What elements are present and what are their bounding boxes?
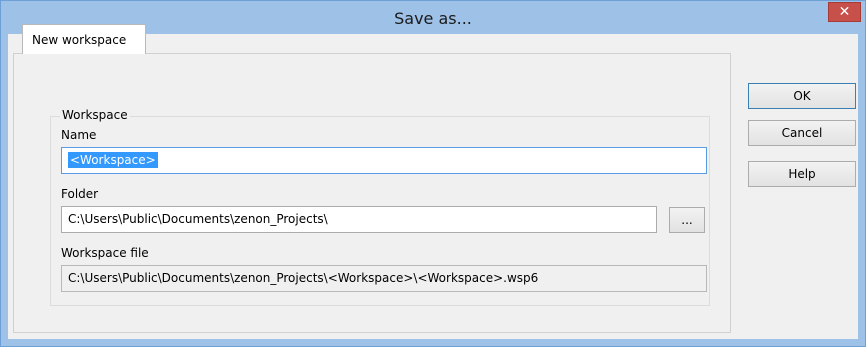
- cancel-button[interactable]: Cancel: [748, 120, 856, 146]
- close-button[interactable]: ✕: [828, 2, 861, 22]
- help-button[interactable]: Help: [748, 161, 856, 187]
- browse-folder-button[interactable]: ...: [669, 207, 705, 233]
- name-input[interactable]: <Workspace>: [61, 147, 707, 174]
- name-label: Name: [61, 128, 97, 142]
- workspace-file-field: C:\Users\Public\Documents\zenon_Projects…: [61, 265, 707, 292]
- name-input-value: <Workspace>: [68, 152, 158, 168]
- folder-input[interactable]: C:\Users\Public\Documents\zenon_Projects…: [61, 206, 657, 233]
- ok-button[interactable]: OK: [748, 83, 856, 109]
- folder-label: Folder: [61, 187, 99, 201]
- workspace-file-label: Workspace file: [61, 246, 149, 260]
- workspace-group-title: Workspace: [60, 108, 130, 122]
- tab-new-workspace[interactable]: New workspace: [22, 24, 146, 54]
- close-icon: ✕: [838, 4, 851, 20]
